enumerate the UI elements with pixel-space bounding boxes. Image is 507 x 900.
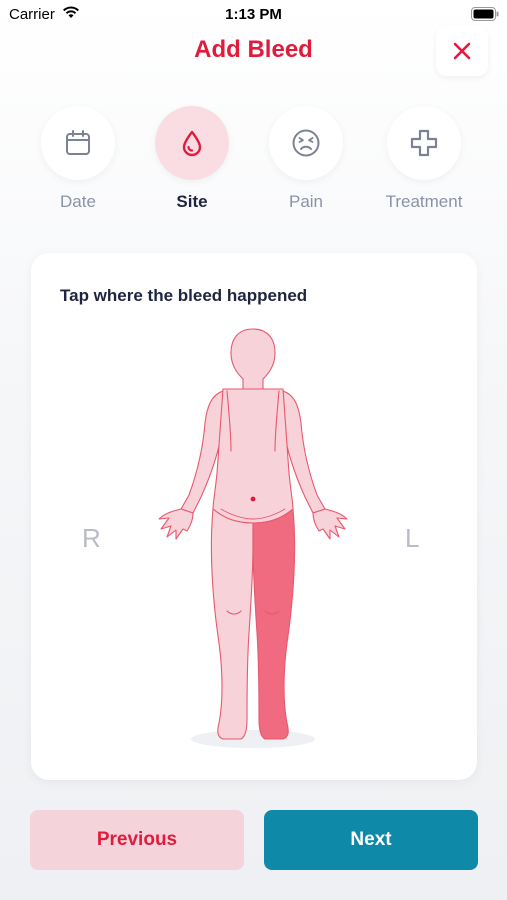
right-leg-region[interactable] <box>210 508 254 740</box>
right-side-label: R <box>82 523 101 553</box>
left-hand-region[interactable] <box>312 508 348 540</box>
step-treatment[interactable]: Treatment <box>364 106 484 212</box>
step-pain[interactable]: Pain <box>246 106 366 212</box>
status-bar: Carrier 1:13 PM <box>0 0 507 28</box>
pain-face-icon <box>292 129 320 157</box>
instruction-text: Tap where the bleed happened <box>60 286 308 305</box>
body-map-card: Tap where the bleed happened R L <box>31 253 477 780</box>
navel-marker <box>250 496 256 502</box>
floor-shadow <box>191 730 315 748</box>
torso-region[interactable] <box>212 388 294 524</box>
page-title: Add Bleed <box>194 36 313 63</box>
close-icon <box>453 42 471 60</box>
body-map <box>158 328 348 748</box>
next-button[interactable]: Next <box>264 810 478 870</box>
left-side-label: L <box>405 523 420 553</box>
step-label-date: Date <box>60 192 96 211</box>
medical-cross-icon <box>410 129 438 157</box>
previous-button[interactable]: Previous <box>30 810 244 870</box>
step-site[interactable]: Site <box>132 106 252 212</box>
head-region[interactable] <box>230 328 276 390</box>
step-date[interactable]: Date <box>18 106 138 212</box>
step-label-pain: Pain <box>288 192 324 211</box>
step-label-treatment: Treatment <box>385 192 463 211</box>
step-label-site: Site <box>176 192 208 211</box>
blood-drop-icon <box>182 130 202 157</box>
left-leg-region-selected[interactable] <box>252 508 296 740</box>
close-button[interactable] <box>436 26 488 76</box>
calendar-icon <box>66 130 90 155</box>
right-hand-region[interactable] <box>158 508 194 540</box>
status-time: 1:13 PM <box>225 6 282 23</box>
battery-icon <box>471 7 499 25</box>
step-tabs: Date Site Pain Treatment <box>0 106 507 216</box>
